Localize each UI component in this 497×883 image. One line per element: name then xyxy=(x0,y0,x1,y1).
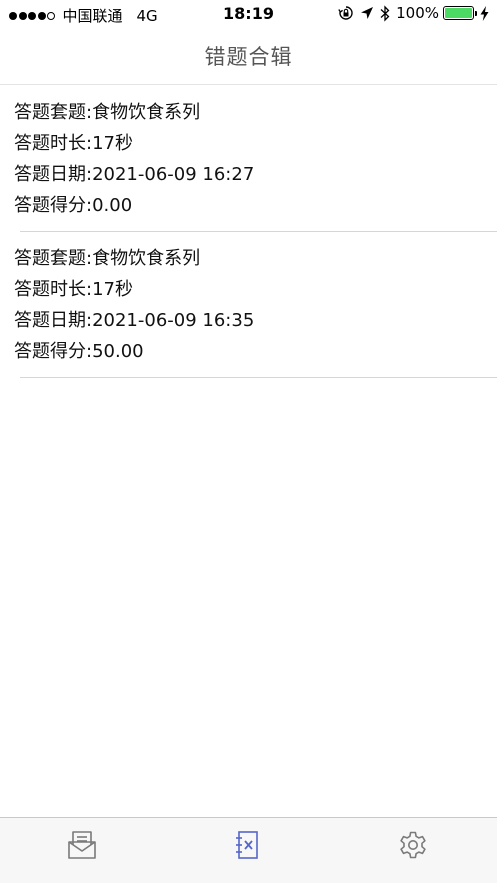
record-set: 答题套题:食物饮食系列 xyxy=(14,248,201,269)
list-item[interactable]: 答题套题:食物饮食系列 答题时长:17秒 答题日期:2021-06-09 16:… xyxy=(0,86,497,232)
record-set: 答题套题:食物饮食系列 xyxy=(14,102,201,123)
tab-wrong-answers[interactable] xyxy=(231,828,265,862)
record-score: 答题得分:0.00 xyxy=(14,195,133,216)
list-item[interactable]: 答题套题:食物饮食系列 答题时长:17秒 答题日期:2021-06-09 16:… xyxy=(0,232,497,378)
row-divider xyxy=(20,377,497,378)
battery-icon xyxy=(443,6,477,20)
page-title: 错题合辑 xyxy=(204,45,293,69)
tab-settings[interactable] xyxy=(396,828,430,862)
record-duration: 答题时长:17秒 xyxy=(14,133,133,154)
wrong-answers-icon xyxy=(236,831,258,859)
battery-percentage: 100% xyxy=(396,4,439,22)
charging-bolt-icon xyxy=(480,5,489,21)
navigation-bar: 错题合辑 xyxy=(0,28,497,85)
tab-bar xyxy=(0,817,497,883)
rotation-lock-icon xyxy=(338,5,354,21)
bluetooth-icon xyxy=(380,4,390,22)
status-right: 100% xyxy=(332,4,489,22)
status-bar: 中国联通 4G 18:19 100% xyxy=(0,0,497,28)
record-duration: 答题时长:17秒 xyxy=(14,279,133,300)
record-score: 答题得分:50.00 xyxy=(14,341,144,362)
location-arrow-icon xyxy=(360,6,374,20)
tab-inbox[interactable] xyxy=(65,828,99,862)
screen: 中国联通 4G 18:19 100% 错题合辑 答题套题:食物饮食系列 答题时长… xyxy=(0,0,497,883)
gear-icon xyxy=(400,831,426,859)
record-date: 答题日期:2021-06-09 16:35 xyxy=(14,310,255,331)
wrong-answers-list: 答题套题:食物饮食系列 答题时长:17秒 答题日期:2021-06-09 16:… xyxy=(0,86,497,378)
record-date: 答题日期:2021-06-09 16:27 xyxy=(14,164,255,185)
inbox-icon xyxy=(68,831,96,859)
